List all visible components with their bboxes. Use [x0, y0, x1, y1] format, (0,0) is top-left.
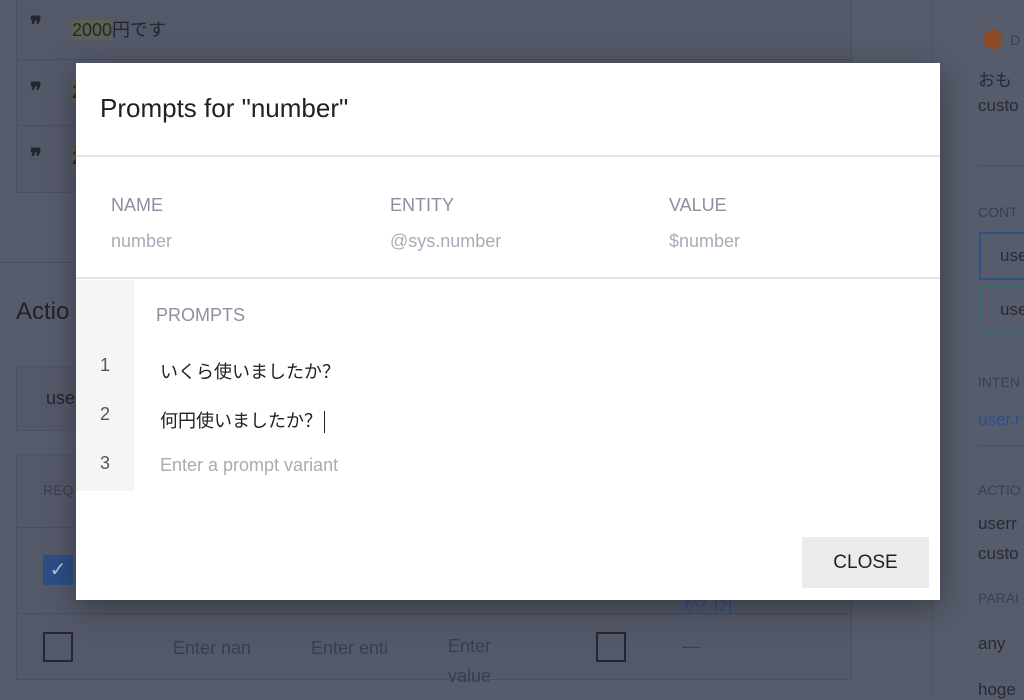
entity-value: @sys.number	[390, 231, 502, 251]
prompts-dialog: Prompts for "number" NAME number ENTITY …	[76, 63, 940, 600]
value-value: $number	[669, 231, 741, 251]
divider	[76, 277, 940, 279]
contexts-label: CONT	[978, 204, 1018, 220]
training-phrase[interactable]: 2000円です	[72, 16, 166, 42]
column-required: REQ	[43, 482, 74, 498]
required-checkbox[interactable]	[43, 632, 73, 662]
context-value: use	[1000, 300, 1024, 319]
close-button[interactable]: CLOSE	[802, 537, 929, 588]
quote-icon: ❞	[30, 144, 42, 170]
prompt-number: 2	[100, 404, 111, 424]
name-header: NAME	[111, 195, 164, 215]
quote-icon: ❞	[30, 12, 42, 38]
intent-label: INTEN	[978, 374, 1020, 390]
prompt-variant-editing[interactable]: 何円使いましたか？	[160, 407, 325, 434]
is-list-checkbox[interactable]	[596, 632, 626, 662]
actions-heading: Actio	[16, 298, 70, 325]
prompt-number: 3	[100, 453, 111, 473]
parameter-name-input[interactable]: Enter nan	[173, 638, 251, 659]
prompt-variant[interactable]: いくら使いましたか？	[160, 358, 340, 384]
quote-icon: ❞	[30, 78, 42, 104]
dialog-title: Prompts for "number"	[100, 93, 349, 123]
intent-name: おも	[978, 71, 1012, 90]
action-label: ACTIO	[978, 482, 1021, 498]
prompts-header: PROMPTS	[156, 305, 246, 325]
param-value: any	[978, 634, 1006, 653]
param-value: hoge	[978, 680, 1016, 699]
new-prompt-input[interactable]: Enter a prompt variant	[160, 455, 338, 476]
action-input-value: use	[46, 388, 76, 408]
params-label: PARAI	[978, 590, 1019, 606]
agent-label: D	[1010, 32, 1021, 48]
intent-custom: custo	[978, 96, 1019, 115]
action-value: custo	[978, 544, 1019, 563]
entity-input[interactable]: Enter enti	[311, 638, 388, 659]
entity-header: ENTITY	[390, 195, 455, 215]
context-value: use	[1000, 246, 1024, 265]
required-checkbox[interactable]: ✓	[43, 555, 73, 585]
prompt-number: 1	[100, 355, 111, 375]
value-header: VALUE	[669, 195, 727, 215]
value-input-wrap: value	[448, 666, 492, 686]
action-value: userr	[978, 514, 1017, 533]
intent-link[interactable]: user.r	[978, 410, 1024, 430]
text-caret	[324, 411, 325, 434]
prompts-empty: —	[682, 636, 700, 656]
name-value: number	[111, 231, 173, 251]
divider	[76, 155, 940, 157]
value-input[interactable]: Enter	[448, 636, 491, 657]
